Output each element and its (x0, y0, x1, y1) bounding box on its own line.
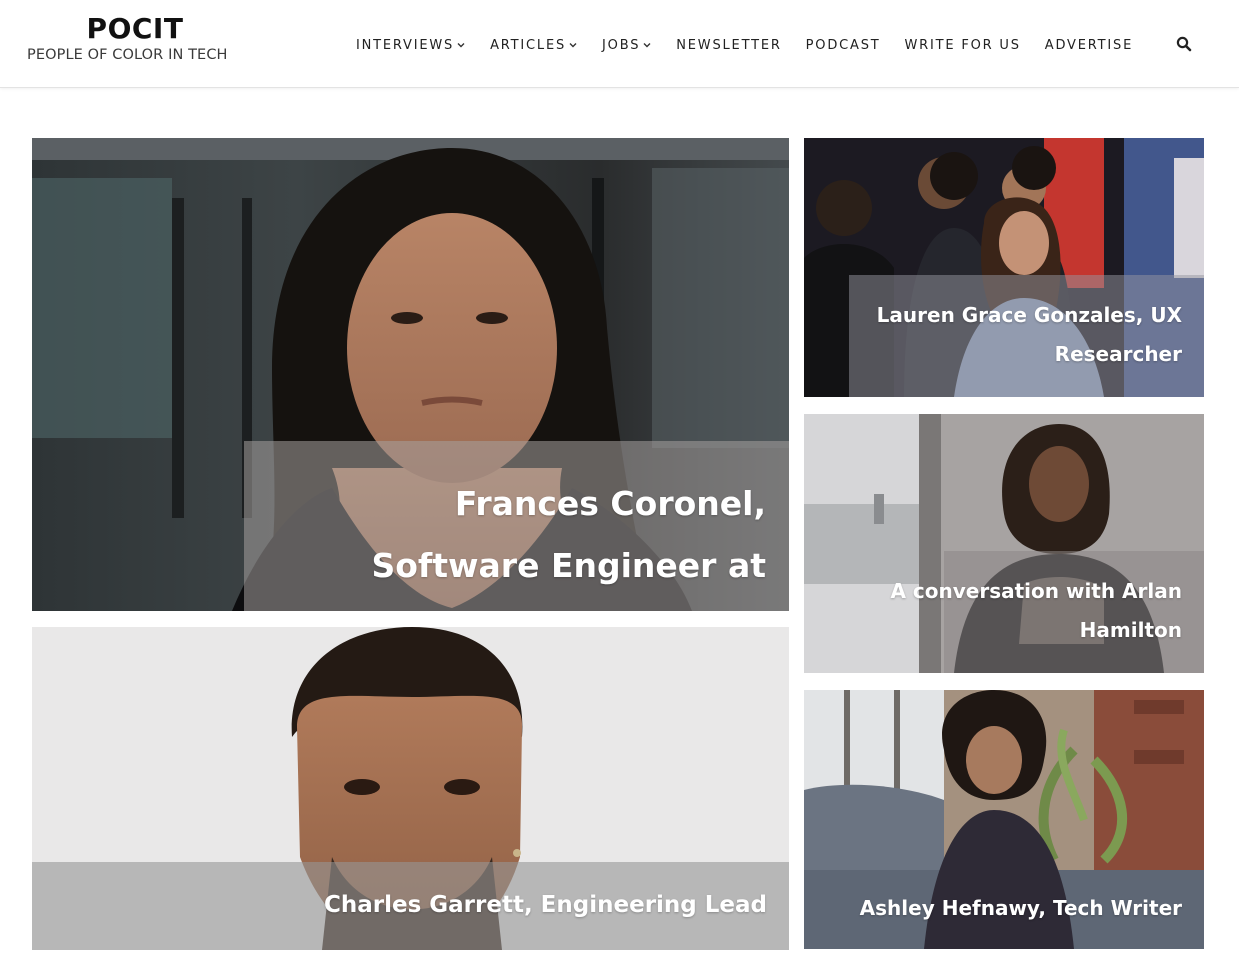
feature-title: Lauren Grace Gonzales, UX Researcher (876, 303, 1182, 366)
nav-item-label: ARTICLES (490, 37, 567, 53)
logo-title: POCIT (86, 12, 184, 45)
nav-item-write-for-us[interactable]: WRITE FOR US (905, 38, 1021, 53)
chevron-down-icon (456, 40, 466, 50)
feature-card-frances[interactable]: Frances Coronel, Software Engineer at Sl… (32, 138, 789, 611)
feature-title: A conversation with Arlan Hamilton (890, 579, 1182, 642)
feature-title: Frances Coronel, Software Engineer at Sl… (371, 484, 766, 611)
site-logo[interactable]: POCIT PEOPLE OF COLOR IN TECH (27, 12, 257, 65)
nav-item-interviews[interactable]: INTERVIEWS (356, 38, 466, 53)
nav-item-label: ADVERTISE (1044, 37, 1134, 53)
feature-card-charles[interactable]: Charles Garrett, Engineering Lead (32, 627, 789, 950)
feature-card-arlan[interactable]: A conversation with Arlan Hamilton (804, 414, 1204, 673)
feature-title: Ashley Hefnawy, Tech Writer (859, 896, 1182, 920)
nav-item-label: WRITE FOR US (904, 37, 1021, 53)
nav-item-label: INTERVIEWS (356, 37, 455, 53)
site-header: POCIT PEOPLE OF COLOR IN TECH INTERVIEWS… (0, 0, 1239, 88)
feature-card-lauren[interactable]: Lauren Grace Gonzales, UX Researcher (804, 138, 1204, 397)
nav-item-label: JOBS (602, 37, 641, 53)
nav-item-newsletter[interactable]: NEWSLETTER (676, 38, 781, 53)
nav-item-label: NEWSLETTER (676, 37, 782, 53)
nav-item-advertise[interactable]: ADVERTISE (1045, 38, 1133, 53)
feature-title: Charles Garrett, Engineering Lead (323, 892, 767, 918)
search-icon[interactable] (1176, 36, 1192, 52)
nav-item-articles[interactable]: ARTICLES (490, 38, 578, 53)
nav-item-label: PODCAST (805, 37, 881, 53)
logo-tagline: PEOPLE OF COLOR IN TECH (27, 47, 228, 63)
nav-item-podcast[interactable]: PODCAST (806, 38, 881, 53)
chevron-down-icon (568, 40, 578, 50)
feature-card-ashley[interactable]: Ashley Hefnawy, Tech Writer (804, 690, 1204, 949)
nav-item-jobs[interactable]: JOBS (602, 38, 652, 53)
main-nav: INTERVIEWS ARTICLES JOBS NEWSLETTER PODC… (356, 33, 1157, 57)
chevron-down-icon (642, 40, 652, 50)
